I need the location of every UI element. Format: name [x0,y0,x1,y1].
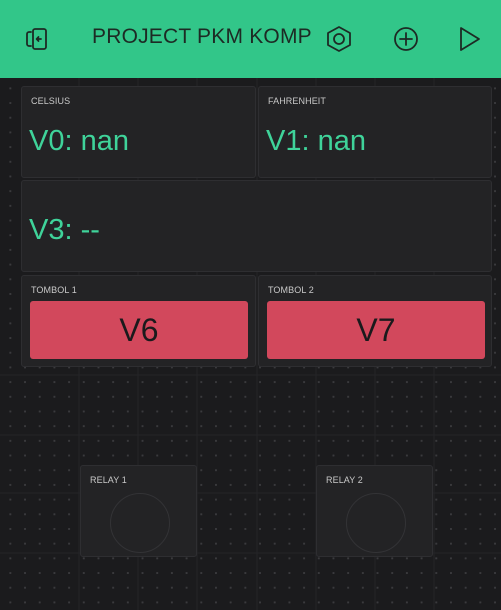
relay-1-widget: RELAY 1 [80,465,197,557]
relay-2-toggle[interactable] [346,493,406,553]
header-bar: PROJECT PKM KOMP [0,0,501,78]
play-icon[interactable] [454,24,484,54]
settings-hex-icon[interactable] [324,24,354,54]
tombol-2-button[interactable]: V7 [267,301,485,359]
v3-display-widget[interactable]: V3: -- [21,180,492,272]
celsius-value: V0: nan [29,125,129,157]
celsius-display-widget[interactable]: CELSIUS V0: nan [21,86,256,178]
tombol-2-label: TOMBOL 2 [268,285,314,295]
fahrenheit-label: FAHRENHEIT [268,96,327,106]
app-root: PROJECT PKM KOMP CELSIUS V0: nan FAHRENH… [0,0,501,610]
tombol-1-button[interactable]: V6 [30,301,248,359]
tombol-1-label: TOMBOL 1 [31,285,77,295]
project-title: PROJECT PKM KOMP [92,25,312,48]
relay-2-label: RELAY 2 [326,475,363,485]
relay-1-label: RELAY 1 [90,475,127,485]
celsius-label: CELSIUS [31,96,71,106]
device-icon[interactable] [22,24,52,54]
tombol-1-widget: TOMBOL 1 V6 [21,275,256,367]
relay-2-widget: RELAY 2 [316,465,433,557]
tombol-2-widget: TOMBOL 2 V7 [258,275,492,367]
v3-value: V3: -- [29,214,100,246]
relay-1-toggle[interactable] [110,493,170,553]
fahrenheit-display-widget[interactable]: FAHRENHEIT V1: nan [258,86,492,178]
fahrenheit-value: V1: nan [266,125,366,157]
add-icon[interactable] [391,24,421,54]
